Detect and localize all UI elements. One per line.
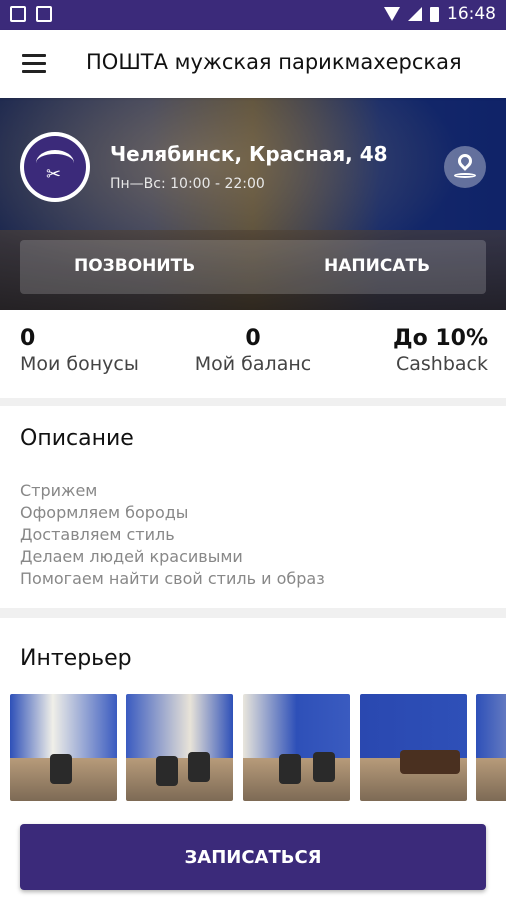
interior-photo[interactable]: [243, 694, 350, 801]
app-bar: ПОШТА мужская парикмахерская: [0, 30, 506, 98]
system-icons: 16:48: [384, 4, 496, 24]
menu-icon[interactable]: [22, 54, 46, 74]
map-pin-button[interactable]: [444, 146, 486, 188]
interior-photo[interactable]: [360, 694, 467, 801]
stat-label: Cashback: [395, 353, 488, 375]
interior-photo[interactable]: [126, 694, 233, 801]
battery-icon: [430, 6, 439, 22]
stats-row: 0 Мои бонусы 0 Мой баланс До 10% Cashbac…: [0, 310, 506, 398]
wifi-icon: [384, 7, 400, 21]
description-line: Оформляем бороды: [20, 503, 189, 522]
clock: 16:48: [447, 4, 496, 24]
section-divider: [0, 398, 506, 406]
interior-section: Интерьер: [0, 618, 506, 824]
interior-gallery[interactable]: [10, 694, 506, 802]
book-appointment-button[interactable]: ЗАПИСАТЬСЯ: [20, 824, 486, 890]
status-bar: 16:48: [0, 0, 506, 30]
description-line: Делаем людей красивыми: [20, 547, 243, 566]
salon-address: Челябинск, Красная, 48: [110, 142, 388, 166]
map-pin-icon: [455, 151, 475, 171]
stat-value: До 10%: [392, 326, 488, 351]
description-line: Доставляем стиль: [20, 525, 175, 544]
stat-bonuses: 0 Мои бонусы: [20, 326, 139, 375]
scissors-wings-icon: [24, 136, 86, 198]
notification-icons: [10, 6, 52, 22]
interior-photo[interactable]: [10, 694, 117, 801]
app-notification-icon: [36, 6, 52, 22]
image-notification-icon: [10, 6, 26, 22]
opening-hours: Пн—Вс: 10:00 - 22:00: [110, 176, 265, 192]
description-title: Описание: [20, 426, 134, 451]
hero-actions: ПОЗВОНИТЬ НАПИСАТЬ: [20, 240, 486, 294]
stat-value: 0: [20, 326, 36, 351]
stat-label: Мой баланс: [194, 353, 312, 375]
signal-icon: [408, 7, 422, 21]
stat-value: 0: [245, 326, 261, 351]
stat-balance: 0 Мой баланс: [194, 326, 312, 375]
call-button[interactable]: ПОЗВОНИТЬ: [74, 256, 195, 276]
bottom-bar: ЗАПИСАТЬСЯ: [0, 824, 506, 900]
write-button[interactable]: НАПИСАТЬ: [324, 256, 430, 276]
description-line: Стрижем: [20, 481, 98, 500]
interior-photo[interactable]: [476, 694, 506, 801]
description-section: Описание Стрижем Оформляем бороды Достав…: [0, 406, 506, 608]
section-divider: [0, 608, 506, 618]
app-title: ПОШТА мужская парикмахерская: [86, 50, 462, 74]
interior-title: Интерьер: [20, 646, 132, 671]
stat-label: Мои бонусы: [20, 353, 139, 375]
salon-logo: [20, 132, 90, 202]
hero-banner: Челябинск, Красная, 48 Пн—Вс: 10:00 - 22…: [0, 98, 506, 310]
description-line: Помогаем найти свой стиль и образ: [20, 569, 325, 588]
description-text: Стрижем Оформляем бороды Доставляем стил…: [20, 480, 325, 590]
stat-cashback: До 10% Cashback: [393, 326, 488, 375]
